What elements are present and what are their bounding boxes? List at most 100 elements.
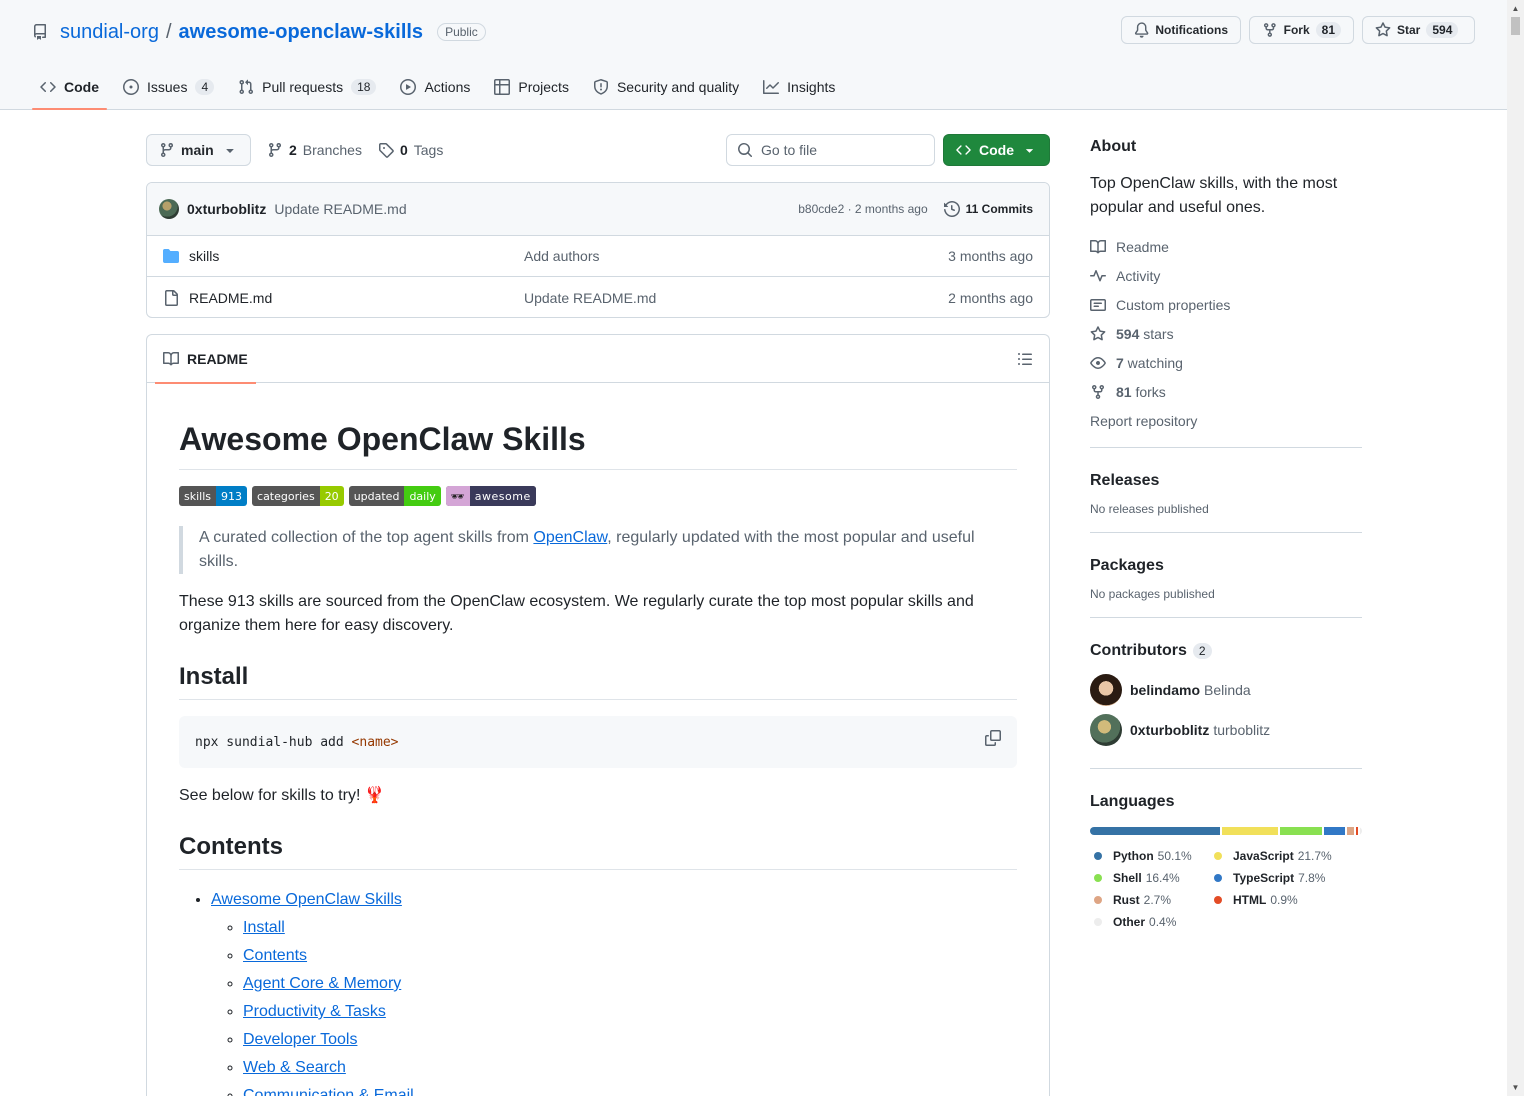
shield-icon [593, 79, 608, 95]
custom-properties-link[interactable]: Custom properties [1090, 290, 1362, 319]
copy-icon[interactable] [985, 730, 1001, 746]
repo-sidebar: About Top OpenClaw skills, with the most… [1090, 134, 1362, 933]
tab-readme[interactable]: README [155, 335, 256, 384]
language-item[interactable]: HTML 0.9% [1210, 889, 1338, 911]
skills-badge[interactable]: skills 913 [179, 486, 248, 506]
sunglasses-icon: 🕶 [445, 486, 470, 506]
scrollbar[interactable]: ▲ ▼ [1507, 0, 1524, 1096]
contributor-item[interactable]: belindamo Belinda [1090, 670, 1362, 710]
repo-owner-link[interactable]: sundial-org [60, 21, 159, 44]
file-icon [165, 289, 178, 306]
file-name-link[interactable]: skills [189, 248, 524, 264]
table-row[interactable]: README.md Update README.md 2 months ago [147, 277, 1049, 317]
language-name: Shell [1113, 871, 1142, 885]
releases-heading[interactable]: Releases [1090, 472, 1362, 490]
toc-link[interactable]: Contents [243, 947, 307, 964]
tags-link[interactable]: 0 Tags [378, 142, 443, 158]
repo-nav: Code Issues 4 Pull requests 18 Actions P… [32, 66, 851, 110]
readme-panel: README Awesome OpenClaw Skills skills 91… [146, 334, 1050, 1096]
watching-link[interactable]: 7 watching [1090, 348, 1362, 377]
stars-link[interactable]: 594 stars [1090, 319, 1362, 348]
report-repository-link[interactable]: Report repository [1090, 406, 1362, 435]
tab-code[interactable]: Code [32, 66, 107, 110]
code-dropdown-button[interactable]: Code [943, 134, 1050, 166]
categories-badge[interactable]: categories 20 [252, 486, 344, 506]
go-to-file-input[interactable]: Go to file [726, 134, 935, 166]
contributors-list: belindamo Belinda 0xturboblitz turboblit… [1090, 670, 1362, 750]
fork-button[interactable]: Fork 81 [1249, 16, 1354, 44]
code-icon [956, 145, 971, 155]
activity-link[interactable]: Activity [1090, 261, 1362, 290]
tab-issues[interactable]: Issues 4 [115, 66, 222, 108]
releases-text: No releases published [1090, 502, 1209, 516]
notifications-button[interactable]: Notifications [1121, 16, 1241, 44]
contributors-heading[interactable]: Contributors 2 [1090, 642, 1362, 660]
branch-selector[interactable]: main [146, 134, 251, 166]
commit-author[interactable]: 0xturboblitz [187, 201, 266, 217]
repo-icon [34, 24, 46, 40]
fork-icon [1263, 23, 1276, 37]
file-commit-message[interactable]: Add authors [524, 248, 600, 264]
readme-link[interactable]: Readme [1090, 232, 1362, 261]
toc-link[interactable]: Install [243, 919, 285, 936]
table-icon [494, 79, 511, 95]
book-icon [163, 351, 179, 365]
language-item[interactable]: TypeScript 7.8% [1210, 867, 1338, 889]
watching-count: 7 [1116, 354, 1124, 371]
language-item[interactable]: Rust 2.7% [1090, 889, 1194, 911]
eye-icon [1090, 356, 1106, 369]
language-item[interactable]: Other 0.4% [1090, 911, 1194, 933]
language-percent: 50.1% [1157, 849, 1192, 863]
contributor-item[interactable]: 0xturboblitz turboblitz [1090, 710, 1362, 750]
tags-label: Tags [413, 142, 444, 158]
scroll-up-arrow-icon[interactable]: ▲ [1507, 0, 1524, 17]
file-commit-message[interactable]: Update README.md [524, 290, 656, 306]
scroll-down-arrow-icon[interactable]: ▼ [1507, 1079, 1524, 1096]
branches-link[interactable]: 2 Branches [267, 142, 362, 158]
language-item[interactable]: Python 50.1% [1090, 845, 1194, 867]
openclaw-link[interactable]: OpenClaw [533, 529, 607, 546]
fork-count: 81 [1315, 22, 1341, 38]
commit-sha-time[interactable]: b80cde2 · 2 months ago [798, 202, 927, 216]
code-button-label: Code [979, 142, 1014, 158]
branches-count: 2 [289, 142, 297, 158]
toc-link[interactable]: Productivity & Tasks [243, 1003, 386, 1020]
language-name: TypeScript [1233, 871, 1295, 885]
repo-name-link[interactable]: awesome-openclaw-skills [179, 21, 424, 44]
packages-heading[interactable]: Packages [1090, 557, 1362, 575]
updated-badge[interactable]: updated daily [348, 486, 441, 506]
toc-link[interactable]: Developer Tools [243, 1031, 357, 1048]
forks-text: 81 forks [1116, 384, 1166, 400]
tab-projects[interactable]: Projects [486, 66, 577, 108]
awesome-badge[interactable]: 🕶 awesome [445, 486, 536, 506]
commits-link[interactable]: 11 Commits [943, 201, 1033, 217]
avatar[interactable] [159, 199, 179, 219]
toc-link[interactable]: Agent Core & Memory [243, 975, 401, 992]
tab-security[interactable]: Security and quality [585, 66, 747, 108]
toc-list: Awesome OpenClaw Skills Install Contents… [179, 886, 1017, 1096]
language-bar-segment-html [1355, 827, 1358, 835]
see-below-text: See below for skills to try! 🦞 [179, 787, 385, 804]
forks-count: 81 [1116, 383, 1132, 400]
tab-actions[interactable]: Actions [392, 66, 478, 108]
star-button[interactable]: Star 594 [1362, 16, 1475, 44]
tab-code-label: Code [64, 79, 99, 95]
toc-link[interactable]: Communication & Email [243, 1087, 414, 1096]
language-item[interactable]: JavaScript 21.7% [1210, 845, 1338, 867]
language-item[interactable]: Shell 16.4% [1090, 867, 1194, 889]
scroll-thumb[interactable] [1511, 17, 1520, 35]
file-name-link[interactable]: README.md [189, 290, 524, 306]
toc-link[interactable]: Awesome OpenClaw Skills [211, 891, 402, 908]
commit-message[interactable]: Update README.md [274, 201, 406, 217]
file-date: 2 months ago [948, 289, 1033, 306]
about-list: Readme Activity Custom properties 594 st… [1090, 232, 1362, 435]
readme-content: Awesome OpenClaw Skills skills 913 categ… [179, 383, 1017, 1096]
tab-pull-requests[interactable]: Pull requests 18 [230, 66, 384, 108]
tab-insights[interactable]: Insights [755, 66, 843, 108]
toc-link[interactable]: Web & Search [243, 1059, 346, 1076]
forks-link[interactable]: 81 forks [1090, 377, 1362, 406]
stars-text: 594 stars [1116, 326, 1174, 342]
page: sundial-org / awesome-openclaw-skills Pu… [0, 0, 1507, 1096]
table-row[interactable]: skills Add authors 3 months ago [147, 236, 1049, 277]
list-unordered-icon[interactable] [1017, 351, 1033, 367]
